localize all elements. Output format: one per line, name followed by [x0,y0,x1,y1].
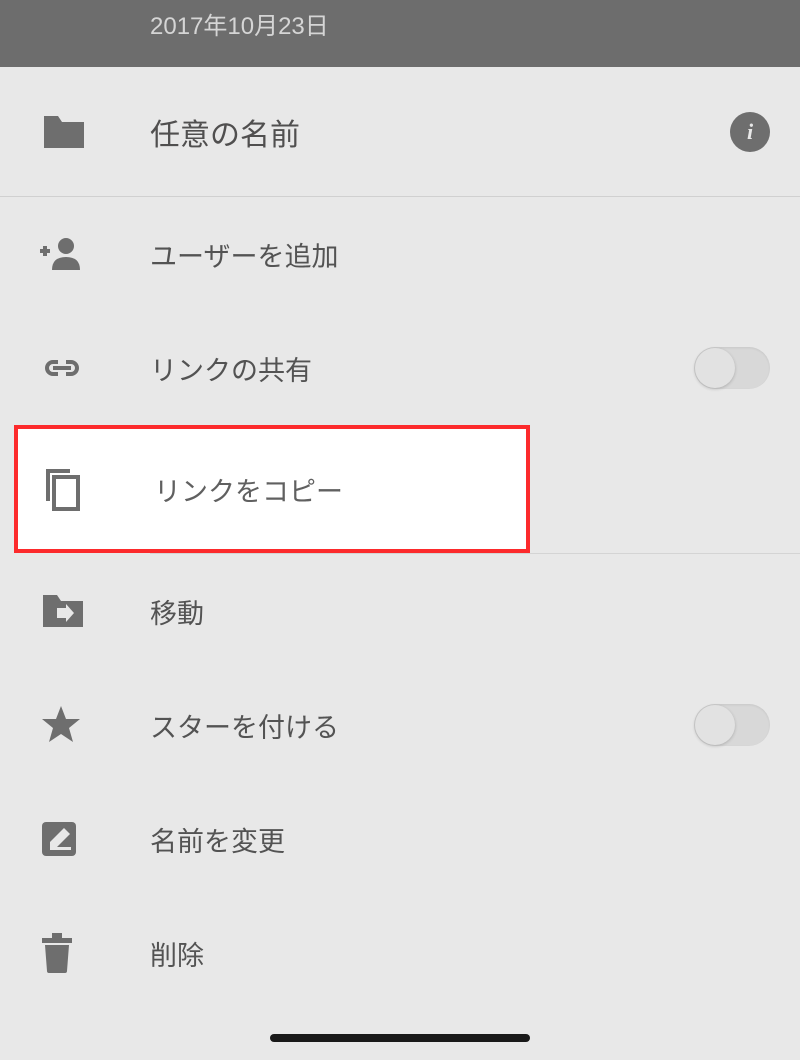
link-share-toggle[interactable] [694,347,770,389]
header-row: 任意の名前 i [0,67,800,197]
delete-item[interactable]: 削除 [0,896,800,1010]
link-share-item[interactable]: リンクの共有 [0,311,800,425]
info-icon[interactable]: i [730,112,770,152]
rename-item[interactable]: 名前を変更 [0,782,800,896]
copy-icon [44,467,154,511]
star-icon [40,705,150,745]
header-title: 任意の名前 [150,110,730,154]
delete-label: 削除 [150,934,770,973]
star-toggle[interactable] [694,704,770,746]
folder-move-icon [40,592,150,630]
move-item[interactable]: 移動 [0,554,800,668]
trash-icon [40,932,150,974]
top-bar: 2017年10月23日 [0,0,800,67]
action-sheet: 任意の名前 i ユーザーを追加 リンクの共有 [0,67,800,1010]
folder-icon [40,112,150,152]
add-star-label: スターを付ける [150,706,694,745]
toggle-knob [695,348,735,388]
toggle-knob [695,705,735,745]
move-label: 移動 [150,592,770,631]
link-icon [40,357,150,379]
add-star-item[interactable]: スターを付ける [0,668,800,782]
home-indicator[interactable] [270,1034,530,1042]
rename-label: 名前を変更 [150,820,770,859]
add-user-item[interactable]: ユーザーを追加 [0,197,800,311]
add-user-label: ユーザーを追加 [150,235,770,274]
copy-link-item[interactable]: リンクをコピー [14,425,530,553]
person-add-icon [40,237,150,271]
edit-icon [40,820,150,858]
copy-link-label: リンクをコピー [154,470,496,509]
link-share-label: リンクの共有 [150,349,694,388]
top-date: 2017年10月23日 [150,6,329,41]
